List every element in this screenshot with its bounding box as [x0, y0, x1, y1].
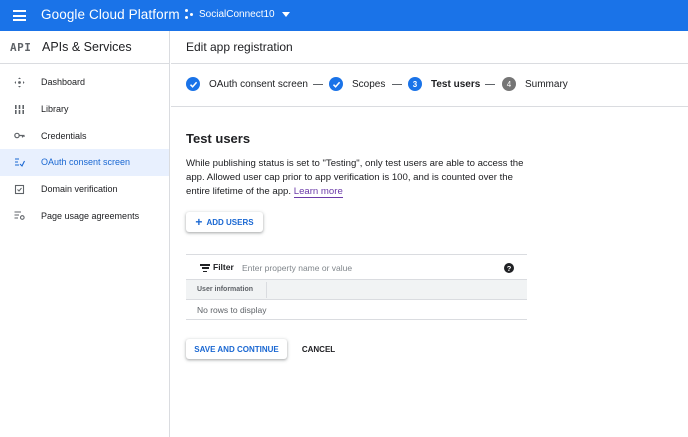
- add-users-button[interactable]: + ADD USERS: [186, 212, 263, 232]
- step-number-badge: 3: [408, 77, 422, 91]
- step-divider: [313, 84, 323, 85]
- project-selector[interactable]: SocialConnect10: [185, 9, 290, 20]
- sidebar-item-label: Library: [41, 104, 69, 115]
- page-title: Edit app registration: [171, 31, 688, 64]
- sidebar-item-label: Page usage agreements: [41, 210, 140, 221]
- step-oauth-consent-screen[interactable]: OAuth consent screen: [186, 77, 308, 91]
- table-header: User information: [186, 280, 527, 300]
- learn-more-link[interactable]: Learn more: [293, 186, 343, 198]
- check-circle-icon: [329, 77, 343, 91]
- sidebar-item-library[interactable]: Library: [0, 96, 169, 123]
- empty-message: No rows to display: [197, 305, 267, 315]
- add-users-label: ADD USERS: [206, 217, 254, 227]
- key-icon: [14, 130, 25, 141]
- main-content: Edit app registration OAuth consent scre…: [171, 31, 688, 437]
- plus-icon: +: [195, 215, 203, 229]
- sidebar-item-label: Domain verification: [41, 184, 118, 195]
- filter-icon: [200, 264, 210, 272]
- column-user-information[interactable]: User information: [197, 286, 253, 293]
- step-label: Summary: [525, 78, 568, 90]
- brand-title[interactable]: Google Cloud Platform: [41, 7, 180, 22]
- sidebar-item-label: Dashboard: [41, 77, 86, 88]
- section-title: Test users: [186, 131, 251, 146]
- api-logo-icon: API: [10, 41, 32, 54]
- filter-bar: Filter ?: [186, 254, 527, 280]
- sidebar-item-dashboard[interactable]: Dashboard: [0, 69, 169, 96]
- test-users-table: Filter ? User information No rows to dis…: [186, 254, 527, 320]
- step-test-users[interactable]: 3 Test users: [408, 77, 480, 91]
- filter-input[interactable]: [242, 259, 492, 277]
- sidebar-nav: Dashboard Library Credentials OAuth cons…: [0, 69, 169, 229]
- step-scopes[interactable]: Scopes: [329, 77, 385, 91]
- step-summary[interactable]: 4 Summary: [502, 77, 568, 91]
- checkbox-icon: [14, 184, 25, 195]
- sidebar-item-label: OAuth consent screen: [41, 157, 131, 168]
- top-app-bar: Google Cloud Platform SocialConnect10: [0, 0, 688, 31]
- description-text: While publishing status is set to "Testi…: [186, 158, 524, 197]
- consent-icon: [14, 157, 25, 168]
- sidebar-item-oauth-consent-screen[interactable]: OAuth consent screen: [0, 149, 169, 176]
- step-label: OAuth consent screen: [209, 78, 308, 90]
- settings-list-icon: [14, 210, 25, 221]
- step-label: Scopes: [352, 78, 386, 90]
- step-divider: [485, 84, 495, 85]
- sidebar-title: APIs & Services: [42, 40, 132, 54]
- sidebar-item-domain-verification[interactable]: Domain verification: [0, 176, 169, 203]
- project-icon: [185, 9, 194, 20]
- sidebar-item-label: Credentials: [41, 130, 87, 141]
- project-name: SocialConnect10: [199, 9, 275, 20]
- stepper: OAuth consent screen Scopes 3 Test users…: [171, 65, 688, 107]
- filter-label: Filter: [213, 262, 234, 272]
- cancel-button[interactable]: CANCEL: [296, 339, 341, 359]
- library-icon: [14, 104, 25, 115]
- check-circle-icon: [186, 77, 200, 91]
- help-icon[interactable]: ?: [504, 263, 514, 273]
- sidebar-item-page-usage-agreements[interactable]: Page usage agreements: [0, 202, 169, 229]
- chevron-down-icon: [281, 12, 290, 17]
- step-number-badge: 4: [502, 77, 516, 91]
- save-and-continue-button[interactable]: SAVE AND CONTINUE: [186, 339, 287, 359]
- sidebar-item-credentials[interactable]: Credentials: [0, 122, 169, 149]
- column-resize-handle[interactable]: [266, 282, 267, 298]
- table-empty-row: No rows to display: [186, 300, 527, 320]
- dashboard-icon: [14, 77, 25, 88]
- step-divider: [392, 84, 402, 85]
- step-label: Test users: [431, 78, 481, 90]
- menu-icon[interactable]: [13, 10, 26, 21]
- section-description: While publishing status is set to "Testi…: [186, 157, 531, 199]
